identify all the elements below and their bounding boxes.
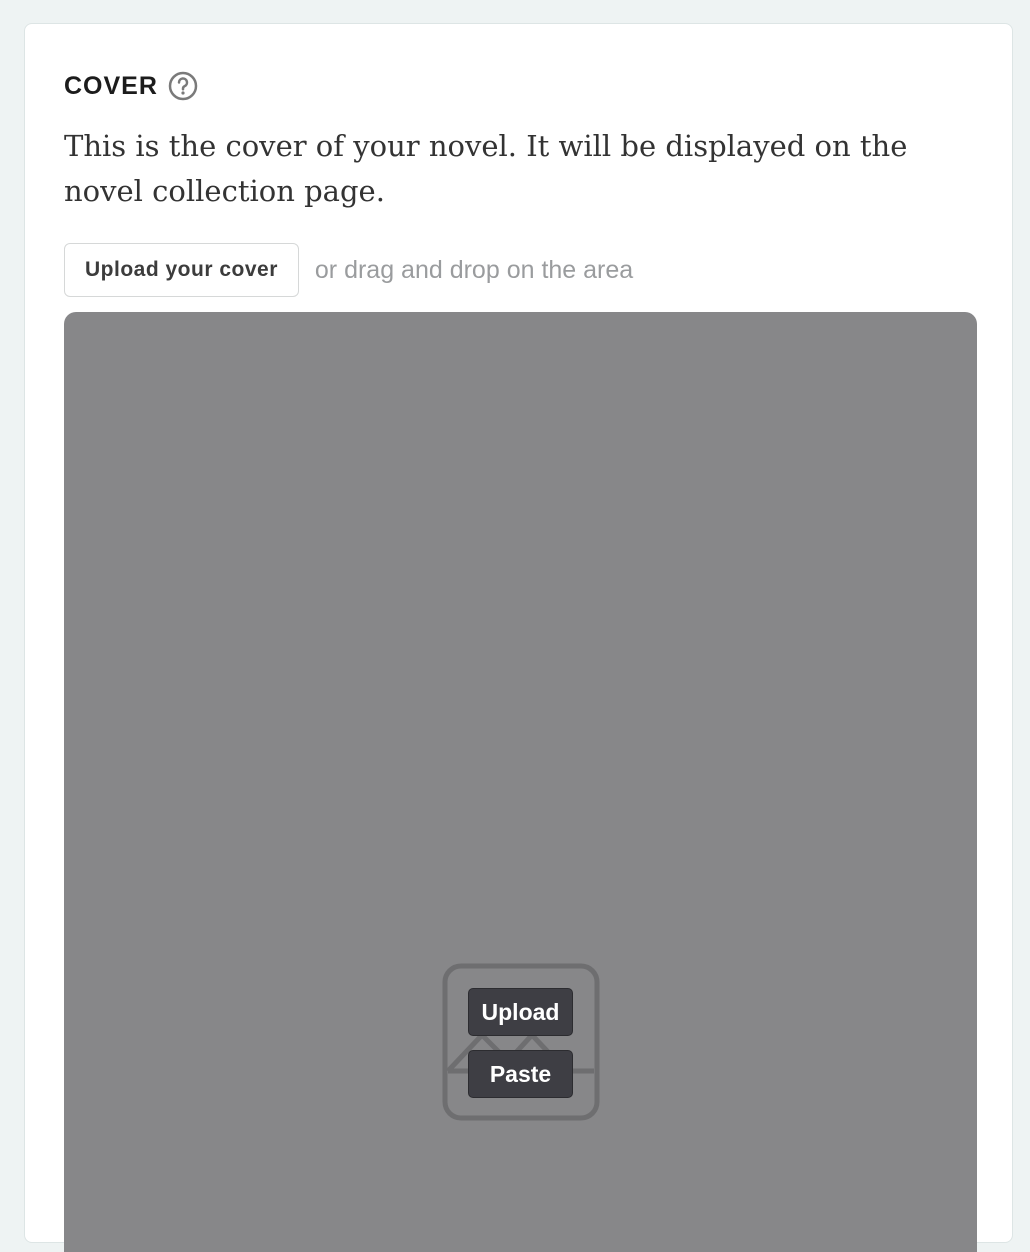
cover-card: COVER This is the cover of your novel. I… <box>24 23 1013 1252</box>
section-title: COVER <box>64 71 158 100</box>
upload-cover-button[interactable]: Upload your cover <box>64 243 299 297</box>
section-header: COVER <box>64 71 198 101</box>
section-description: This is the cover of your novel. It will… <box>64 129 908 208</box>
paste-button[interactable]: Paste <box>468 1050 573 1098</box>
upload-button[interactable]: Upload <box>468 988 573 1036</box>
cover-placeholder: Upload Paste <box>442 963 600 1121</box>
question-circle-icon[interactable] <box>168 71 198 101</box>
drag-drop-hint: or drag and drop on the area <box>314 255 634 284</box>
upload-row: Upload your cover or drag and drop on th… <box>64 243 633 297</box>
cover-drop-area[interactable]: Upload Paste <box>64 312 977 1252</box>
